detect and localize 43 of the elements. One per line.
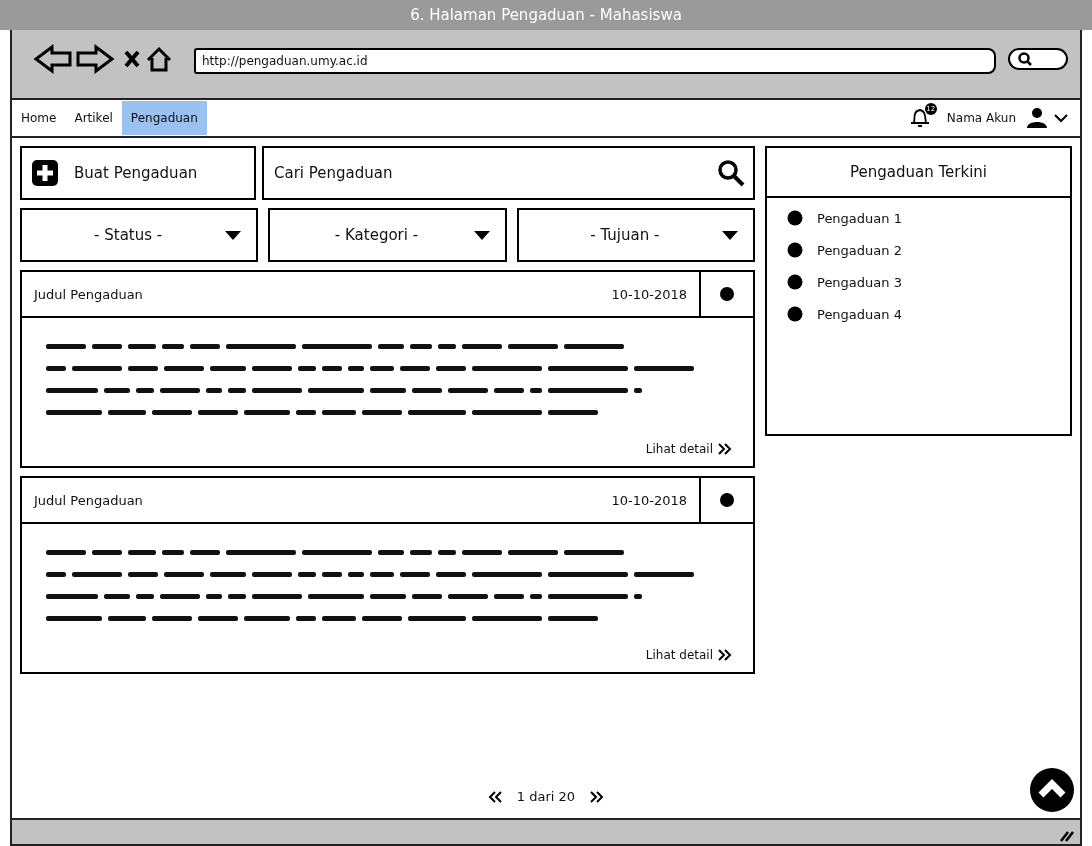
recent-complaint-link[interactable]: Pengaduan 3 [817, 274, 902, 290]
bullet-icon [787, 306, 803, 322]
url-field[interactable]: http://pengaduan.umy.ac.id [194, 48, 996, 74]
account-name[interactable]: Nama Akun [946, 111, 1016, 125]
bullet-icon [787, 242, 803, 258]
double-chevron-right-icon [717, 442, 733, 456]
bullet-icon [787, 274, 803, 290]
browser-search-field[interactable] [1008, 48, 1068, 70]
panel-title: Pengaduan Terkini [767, 148, 1070, 198]
status-dot-icon [719, 492, 735, 508]
page-indicator: 1 dari 20 [516, 789, 576, 804]
search-icon [717, 159, 745, 187]
nav-tab[interactable]: Artikel [65, 101, 122, 135]
dropdown-arrow-icon [224, 229, 243, 241]
status-dot-icon [719, 286, 735, 302]
search-field[interactable]: Cari Pengaduan [262, 146, 755, 200]
scroll-to-top-button[interactable] [1030, 768, 1074, 812]
dropdown-arrow-icon [472, 229, 491, 241]
complaint-date: 10-10-2018 [611, 492, 688, 508]
detail-link[interactable]: Lihat detail [645, 648, 733, 662]
filter-dropdown[interactable]: - Status - [20, 208, 259, 262]
search-icon [1018, 52, 1032, 66]
filter-dropdown[interactable]: - Kategori - [268, 208, 507, 262]
dropdown-arrow-icon [721, 229, 739, 241]
chevron-down-icon[interactable] [1054, 113, 1068, 123]
bullet-icon [787, 210, 803, 226]
plus-icon [32, 160, 58, 186]
complaint-title: Judul Pengaduan [34, 286, 144, 302]
window-title: 6. Halaman Pengaduan - Mahasiswa [0, 0, 1092, 30]
filter-dropdown[interactable]: - Tujuan - [516, 208, 755, 262]
detail-link[interactable]: Lihat detail [645, 442, 733, 456]
next-page-icon[interactable] [587, 789, 606, 804]
recent-complaint-link[interactable]: Pengaduan 2 [817, 242, 902, 258]
complaint-title: Judul Pengaduan [34, 492, 144, 508]
recent-complaint-link[interactable]: Pengaduan 1 [817, 210, 902, 226]
user-icon[interactable] [1026, 107, 1048, 129]
recent-complaint-link[interactable]: Pengaduan 4 [817, 306, 902, 322]
complaint-date: 10-10-2018 [611, 286, 688, 302]
create-complaint-button[interactable]: Buat Pengaduan [20, 146, 256, 200]
nav-tab[interactable]: Home [12, 101, 66, 135]
nav-tab[interactable]: Pengaduan [121, 101, 207, 135]
previous-page-icon[interactable] [486, 789, 505, 804]
double-chevron-right-icon [717, 648, 733, 662]
